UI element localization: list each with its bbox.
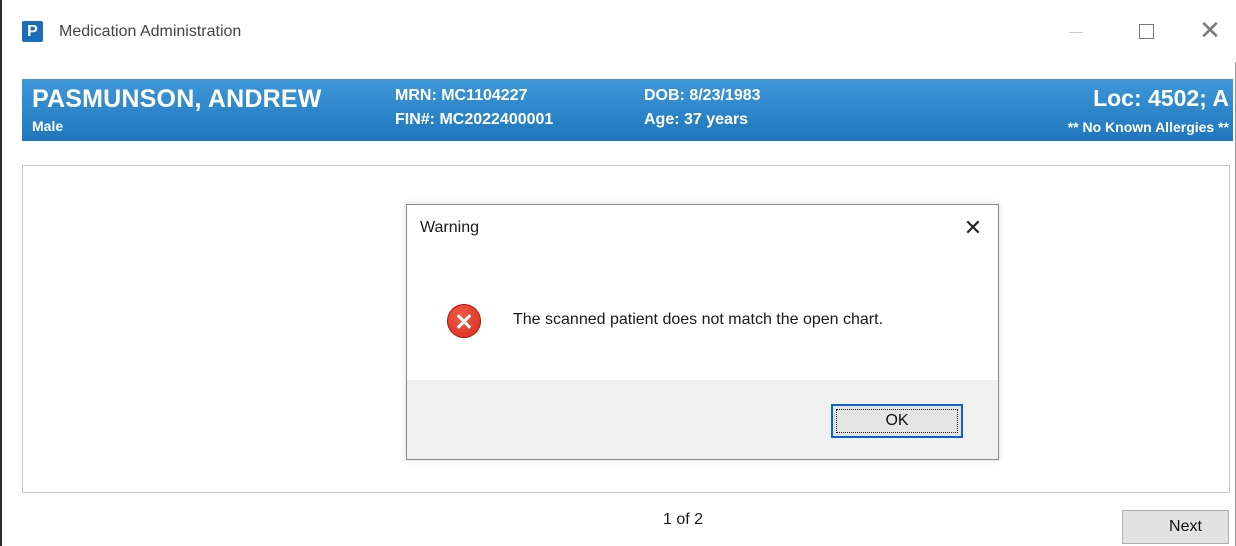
patient-dob: DOB: 8/23/1983 bbox=[644, 87, 761, 104]
patient-fin: FIN#: MC2022400001 bbox=[395, 111, 554, 128]
warning-dialog: Warning ✕ The scanned patient does not m… bbox=[406, 204, 999, 460]
dialog-title: Warning bbox=[420, 219, 479, 236]
ok-button[interactable]: OK bbox=[831, 404, 963, 438]
patient-name: PASMUNSON, ANDREW bbox=[32, 85, 322, 113]
title-bar[interactable]: P Medication Administration ✕ bbox=[4, 0, 1236, 62]
app-icon: P bbox=[22, 21, 43, 42]
medication-administration-window: P Medication Administration ✕ PASMUNSON,… bbox=[0, 0, 1236, 546]
next-button[interactable]: Next bbox=[1122, 510, 1229, 544]
error-icon bbox=[447, 304, 481, 338]
dialog-message: The scanned patient does not match the o… bbox=[513, 311, 884, 328]
close-icon[interactable]: ✕ bbox=[1190, 16, 1230, 46]
window-title: Medication Administration bbox=[59, 23, 242, 40]
patient-mrn: MRN: MC1104227 bbox=[395, 87, 528, 104]
maximize-icon[interactable] bbox=[1126, 16, 1166, 46]
patient-allergies: ** No Known Allergies ** bbox=[1067, 119, 1229, 135]
patient-age: Age: 37 years bbox=[644, 111, 749, 128]
patient-sex: Male bbox=[32, 118, 64, 134]
page-indicator: 1 of 2 bbox=[663, 511, 704, 528]
dialog-close-icon[interactable]: ✕ bbox=[957, 213, 989, 243]
patient-location: Loc: 4502; A bbox=[1093, 85, 1229, 111]
minimize-icon[interactable] bbox=[1056, 16, 1096, 46]
patient-banner: PASMUNSON, ANDREW Male MRN: MC1104227 FI… bbox=[22, 79, 1233, 141]
dialog-button-bar: OK bbox=[407, 380, 998, 459]
